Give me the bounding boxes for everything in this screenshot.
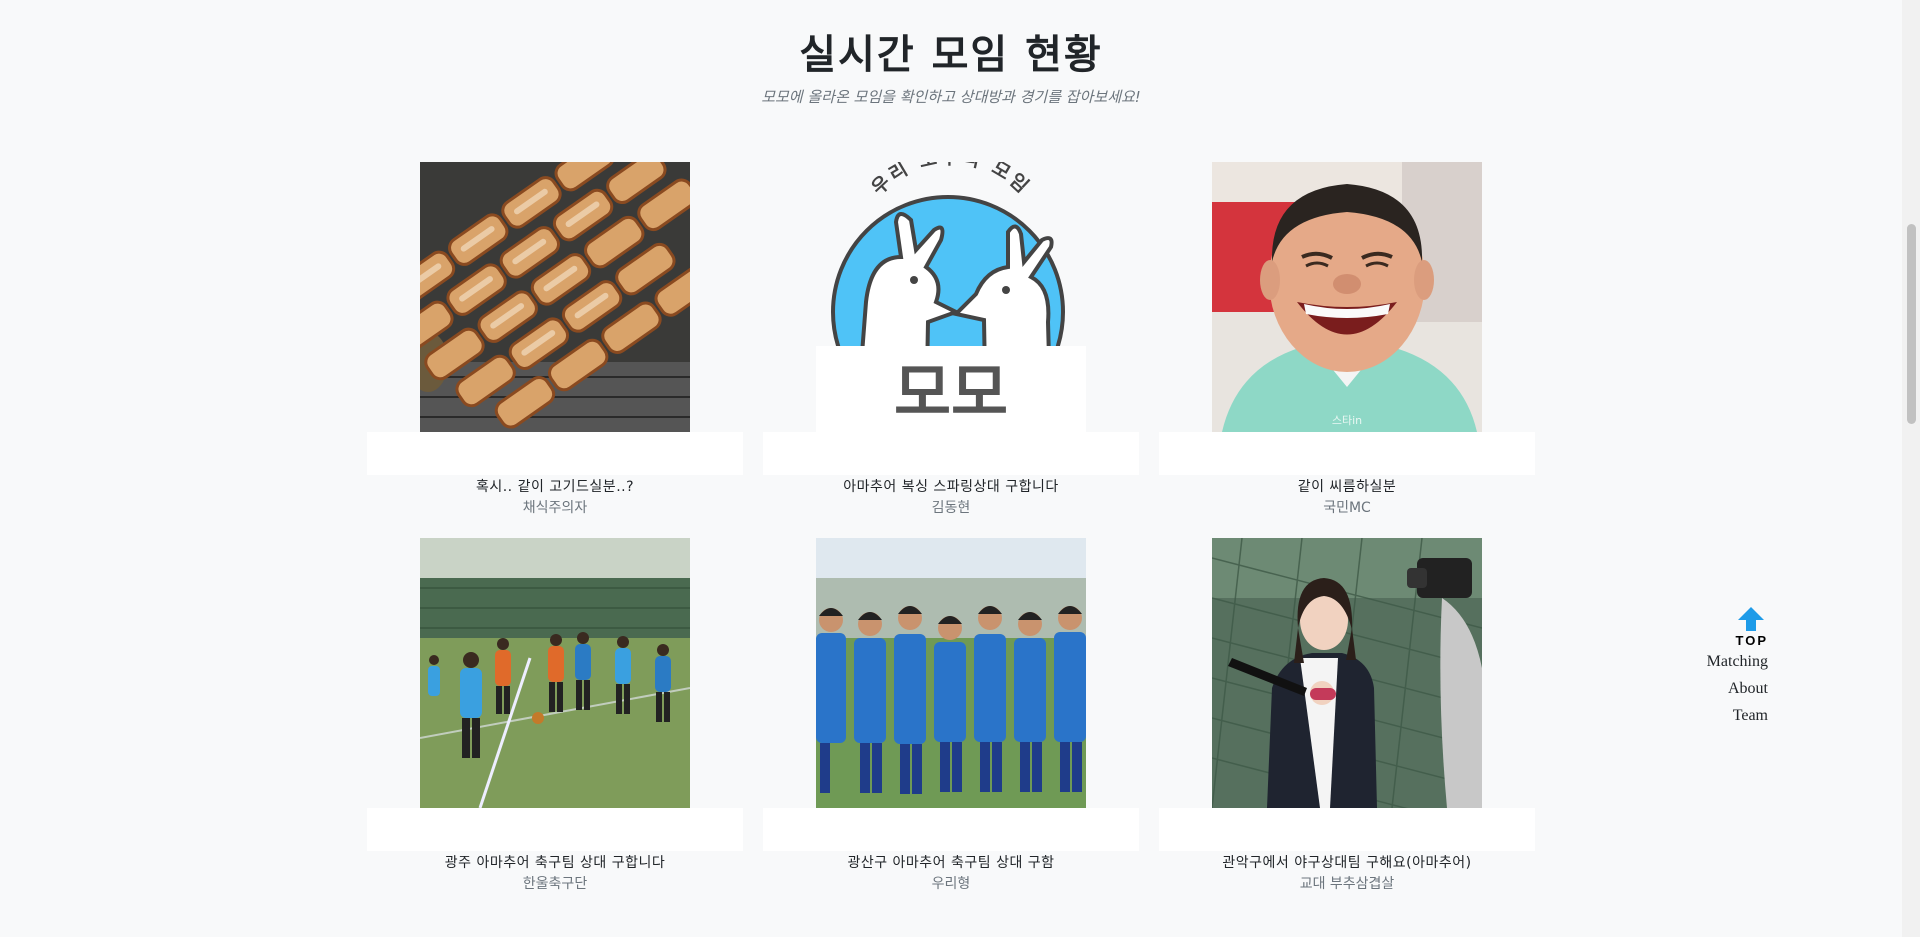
baseball-batter-thumbnail[interactable]	[1212, 538, 1482, 808]
card-title[interactable]: 광주 아마추어 축구팀 상대 구합니다	[367, 852, 743, 872]
scrollbar-thumb[interactable]	[1907, 224, 1916, 424]
meeting-card[interactable]: 광산구 아마추어 축구팀 상대 구함 우리형	[763, 538, 1139, 894]
caption-box	[367, 432, 743, 475]
grilled-pork-thumbnail[interactable]	[420, 162, 690, 432]
vertical-scrollbar[interactable]	[1902, 0, 1920, 937]
momo-logo-thumbnail[interactable]: 우리 모두의 모임 모모	[816, 162, 1086, 432]
caption-box	[763, 808, 1139, 851]
card-author: 국민MC	[1323, 500, 1371, 516]
scroll-top-button[interactable]: TOP	[1707, 606, 1768, 648]
card-author: 한울축구단	[522, 876, 588, 892]
section-heading: 실시간 모임 현황	[799, 32, 1103, 78]
soccer-team-thumbnail[interactable]	[816, 538, 1086, 808]
top-label: TOP	[1735, 633, 1768, 648]
up-arrow-icon	[1738, 607, 1764, 631]
card-author: 채식주의자	[522, 500, 588, 516]
card-title[interactable]: 혹시.. 같이 고기드실분..?	[367, 476, 743, 496]
meeting-card[interactable]: 혹시.. 같이 고기드실분..? 채식주의자	[367, 162, 743, 518]
nav-link-matching[interactable]: Matching	[1707, 648, 1768, 675]
card-title[interactable]: 관악구에서 야구상대팀 구해요(아마추어)	[1159, 852, 1535, 872]
caption-box	[1159, 432, 1535, 475]
caption-box	[367, 808, 743, 851]
meeting-card[interactable]: 스타in 같이 씨름하실분 국민MC	[1159, 162, 1535, 518]
side-nav: TOP Matching About Team	[1707, 606, 1768, 729]
caption-box	[763, 432, 1139, 475]
watermark-text: 스타in	[1332, 414, 1362, 427]
card-author: 김동현	[931, 500, 971, 516]
meeting-card[interactable]: 광주 아마추어 축구팀 상대 구합니다 한울축구단	[367, 538, 743, 894]
caption-box	[1159, 808, 1535, 851]
card-author: 우리형	[931, 876, 971, 892]
soccer-match-thumbnail[interactable]	[420, 538, 690, 808]
card-title[interactable]: 같이 씨름하실분	[1159, 476, 1535, 496]
meeting-card[interactable]: 우리 모두의 모임 모모 아마추어 복싱 스파링상대 구합니다 김동현	[763, 162, 1139, 518]
laughing-man-thumbnail[interactable]: 스타in	[1212, 162, 1482, 432]
card-author: 교대 부추삼겹살	[1299, 876, 1395, 892]
card-title[interactable]: 아마추어 복싱 스파링상대 구합니다	[763, 476, 1139, 496]
meeting-card[interactable]: 관악구에서 야구상대팀 구해요(아마추어) 교대 부추삼겹살	[1159, 538, 1535, 894]
nav-link-about[interactable]: About	[1707, 675, 1768, 702]
nav-link-team[interactable]: Team	[1707, 702, 1768, 729]
card-title[interactable]: 광산구 아마추어 축구팀 상대 구함	[763, 852, 1139, 872]
section-subheading: 모모에 올라온 모임을 확인하고 상대방과 경기를 잡아보세요!	[761, 88, 1141, 106]
logo-wordmark: 모모	[894, 356, 1008, 429]
